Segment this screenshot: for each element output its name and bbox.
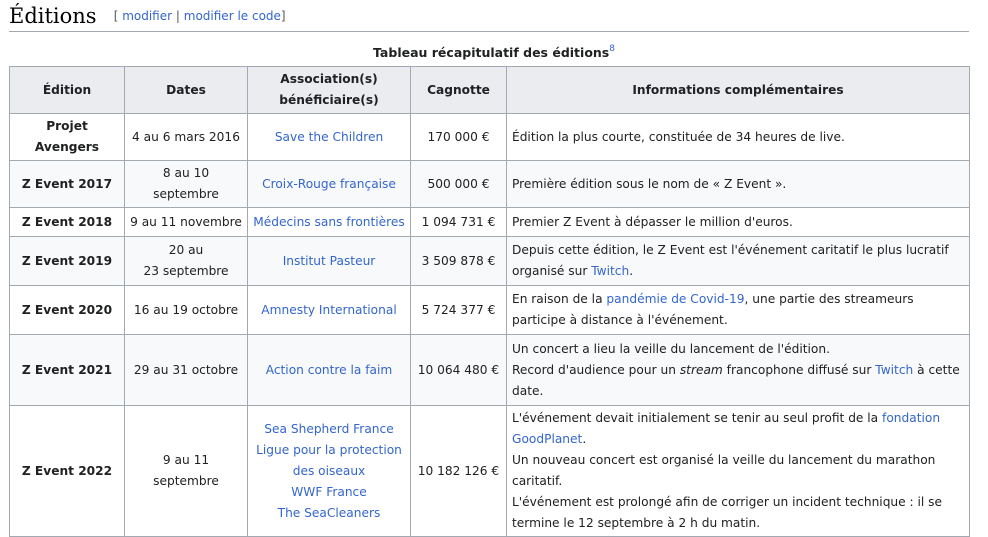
association-link[interactable]: Sea Shepherd France	[264, 422, 393, 436]
association-link[interactable]: Croix-Rouge française	[262, 177, 396, 191]
cagnotte-cell: 500 000 €	[410, 160, 507, 208]
info-text: Record d'audience pour un	[512, 362, 680, 377]
editions-table: Édition Dates Association(s) bénéficiaire…	[9, 66, 970, 537]
table-row: Z Event 2021 29 au 31 octobre Action con…	[9, 334, 970, 406]
info-text: En raison de la	[512, 292, 607, 306]
info-emphasis: stream	[679, 362, 723, 377]
section-title: Éditions	[9, 4, 97, 28]
info-cell: Premier Z Event à dépasser le million d'…	[506, 207, 970, 237]
cagnotte-cell: 5 724 377 €	[410, 285, 507, 335]
info-cell: L'événement devait initialement se tenir…	[506, 405, 970, 537]
twitch-link[interactable]: Twitch	[591, 264, 629, 278]
edition-cell: Z Event 2019	[9, 236, 125, 286]
caption-text: Tableau récapitulatif des éditions	[373, 45, 610, 60]
dates-cell: 9 au 11 novembre	[124, 207, 248, 237]
page: Éditions [ modifier | modifier le code] …	[0, 0, 988, 537]
edition-cell: Projet Avengers	[9, 113, 125, 161]
bracket-open: [	[113, 9, 119, 23]
table-row: Projet Avengers 4 au 6 mars 2016 Save th…	[9, 113, 970, 161]
edition-cell: Z Event 2022	[9, 405, 125, 537]
covid-link[interactable]: pandémie de Covid-19	[606, 292, 744, 306]
info-cell: Édition la plus courte, constituée de 34…	[506, 113, 970, 161]
edit-code-link[interactable]: modifier le code	[184, 9, 281, 23]
dates-cell: 9 au 11 septembre	[124, 405, 248, 537]
header-cagnotte: Cagnotte	[410, 66, 507, 114]
table-row: Z Event 2020 16 au 19 octobre Amnesty In…	[9, 285, 970, 335]
info-cell: Première édition sous le nom de « Z Even…	[506, 160, 970, 208]
info-text: Un nouveau concert est organisé la veill…	[512, 453, 936, 488]
edition-cell: Z Event 2017	[9, 160, 125, 208]
header-association: Association(s) bénéficiaire(s)	[247, 66, 411, 114]
dates-cell: 4 au 6 mars 2016	[124, 113, 248, 161]
info-cell: En raison de la pandémie de Covid-19, un…	[506, 285, 970, 335]
association-link[interactable]: Action contre la faim	[266, 363, 393, 377]
header-assoc-line2: bénéficiaire(s)	[279, 93, 379, 107]
association-link[interactable]: Médecins sans frontières	[253, 215, 405, 229]
association-link[interactable]: WWF France	[291, 485, 367, 499]
bracket-close: ]	[280, 9, 286, 23]
association-cell: Médecins sans frontières	[247, 207, 411, 237]
dates-cell: 16 au 19 octobre	[124, 285, 248, 335]
info-text: .	[629, 264, 634, 278]
info-text: Un concert a lieu la veille du lancement…	[512, 341, 830, 356]
edit-separator: |	[175, 9, 180, 23]
association-link[interactable]: Institut Pasteur	[283, 254, 376, 268]
association-link[interactable]: The SeaCleaners	[278, 506, 381, 520]
header-edition: Édition	[9, 66, 125, 114]
dates-cell: 29 au 31 octobre	[124, 334, 248, 406]
cagnotte-cell: 1 094 731 €	[410, 207, 507, 237]
table-row: Z Event 2022 9 au 11 septembre Sea Sheph…	[9, 405, 970, 537]
association-cell: Croix-Rouge française	[247, 160, 411, 208]
edition-cell: Z Event 2018	[9, 207, 125, 237]
association-cell: Action contre la faim	[247, 334, 411, 406]
info-cell: Un concert a lieu la veille du lancement…	[506, 334, 970, 406]
table-row: Z Event 2018 9 au 11 novembre Médecins s…	[9, 207, 970, 237]
association-cell: Sea Shepherd France Ligue pour la protec…	[247, 405, 411, 537]
association-link[interactable]: Amnesty International	[261, 303, 396, 317]
info-text: L'événement devait initialement se tenir…	[512, 411, 883, 425]
edit-links: [ modifier | modifier le code]	[114, 9, 286, 23]
dates-cell: 20 au 23 septembre	[124, 236, 248, 286]
table-row: Z Event 2017 8 au 10 septembre Croix-Rou…	[9, 160, 970, 208]
edition-cell: Z Event 2020	[9, 285, 125, 335]
dates-line: 23 septembre	[143, 264, 229, 278]
info-text: .	[582, 432, 587, 446]
dates-cell: 8 au 10 septembre	[124, 160, 248, 208]
cagnotte-cell: 10 182 126 €	[410, 405, 507, 537]
cagnotte-cell: 10 064 480 €	[410, 334, 507, 406]
header-dates: Dates	[124, 66, 248, 114]
association-cell: Save the Children	[247, 113, 411, 161]
info-text: L'événement est prolongé afin de corrige…	[512, 495, 943, 530]
section-heading: Éditions [ modifier | modifier le code]	[9, 4, 969, 32]
header-assoc-line1: Association(s)	[280, 72, 378, 86]
association-link[interactable]: Save the Children	[275, 130, 383, 144]
table-header-row: Édition Dates Association(s) bénéficiaire…	[9, 66, 970, 114]
info-text: Depuis cette édition, le Z Event est l'é…	[512, 243, 949, 278]
cagnotte-cell: 3 509 878 €	[410, 236, 507, 286]
edition-cell: Z Event 2021	[9, 334, 125, 406]
caption-reference-link[interactable]: 8	[609, 44, 615, 54]
table-caption: Tableau récapitulatif des éditions8	[0, 44, 988, 60]
association-cell: Institut Pasteur	[247, 236, 411, 286]
info-text: francophone diffusé sur	[722, 362, 876, 377]
dates-line: 20 au	[168, 243, 204, 257]
table-row: Z Event 2019 20 au 23 septembre Institut …	[9, 236, 970, 286]
association-cell: Amnesty International	[247, 285, 411, 335]
twitch-link[interactable]: Twitch	[875, 363, 913, 377]
info-cell: Depuis cette édition, le Z Event est l'é…	[506, 236, 970, 286]
cagnotte-cell: 170 000 €	[410, 113, 507, 161]
association-link[interactable]: Ligue pour la protection des oiseaux	[256, 443, 402, 478]
edit-link[interactable]: modifier	[122, 9, 172, 23]
header-info: Informations complémentaires	[506, 66, 970, 114]
